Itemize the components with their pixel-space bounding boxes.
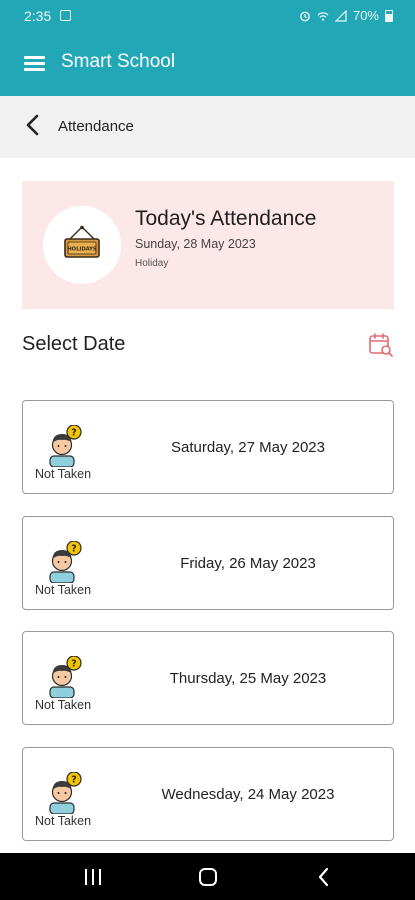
calendar-search-icon[interactable] [368,332,394,358]
back-icon[interactable] [316,867,332,887]
attendance-record-card[interactable]: ? Not Taken Thursday, 25 May 2023 [22,631,394,725]
recent-apps-icon[interactable] [84,869,102,885]
select-date-label: Select Date [22,333,126,355]
home-icon[interactable] [199,868,217,886]
status-bar: 2:35 70% [0,0,415,32]
svg-text:?: ? [71,428,77,439]
attendance-record-card[interactable]: ? Not Taken Saturday, 27 May 2023 [22,400,394,494]
attendance-date: Saturday, 27 May 2023 [171,439,325,456]
attendance-record-card[interactable]: ? Not Taken Wednesday, 24 May 2023 [22,747,394,841]
attendance-date: Friday, 26 May 2023 [180,555,316,572]
image-notification-icon [60,10,71,21]
wifi-icon [317,11,329,21]
app-title: Smart School [61,51,176,72]
student-question-avatar-icon: ? [49,656,82,698]
system-navigation-bar [0,853,415,900]
holiday-icon-container: HOLIDAYS [43,206,121,284]
status-indicators: 70% [299,8,393,23]
holiday-sign-icon: HOLIDAYS [64,225,100,258]
page-title: Attendance [58,118,134,135]
battery-percent: 70% [352,8,379,23]
battery-icon [385,9,393,22]
svg-text:?: ? [71,544,77,555]
attendance-status: Not Taken [35,467,92,481]
today-date: Sunday, 28 May 2023 [135,237,256,251]
student-question-avatar-icon: ? [49,541,82,583]
attendance-status: Not Taken [35,814,92,828]
attendance-date: Wednesday, 24 May 2023 [161,786,335,803]
today-attendance-card: HOLIDAYS Today's Attendance Sunday, 28 M… [22,181,394,309]
app-bar: Smart School [0,32,415,96]
status-time: 2:35 [24,8,52,24]
today-title: Today's Attendance [135,207,317,230]
attendance-date: Thursday, 25 May 2023 [169,670,327,687]
student-question-avatar-icon: ? [49,772,82,814]
hamburger-menu-icon[interactable] [24,54,45,72]
attendance-status: Not Taken [35,698,92,712]
signal-icon [334,9,347,22]
student-question-avatar-icon: ? [49,425,82,467]
holiday-sign-text: HOLIDAYS [67,247,97,253]
today-status: Holiday [135,258,169,269]
attendance-status: Not Taken [35,583,92,597]
chevron-left-icon[interactable] [22,113,46,137]
sub-header: Attendance [0,96,415,158]
svg-text:?: ? [71,775,77,786]
svg-text:?: ? [71,659,77,670]
alarm-icon [300,11,310,21]
attendance-record-card[interactable]: ? Not Taken Friday, 26 May 2023 [22,516,394,610]
